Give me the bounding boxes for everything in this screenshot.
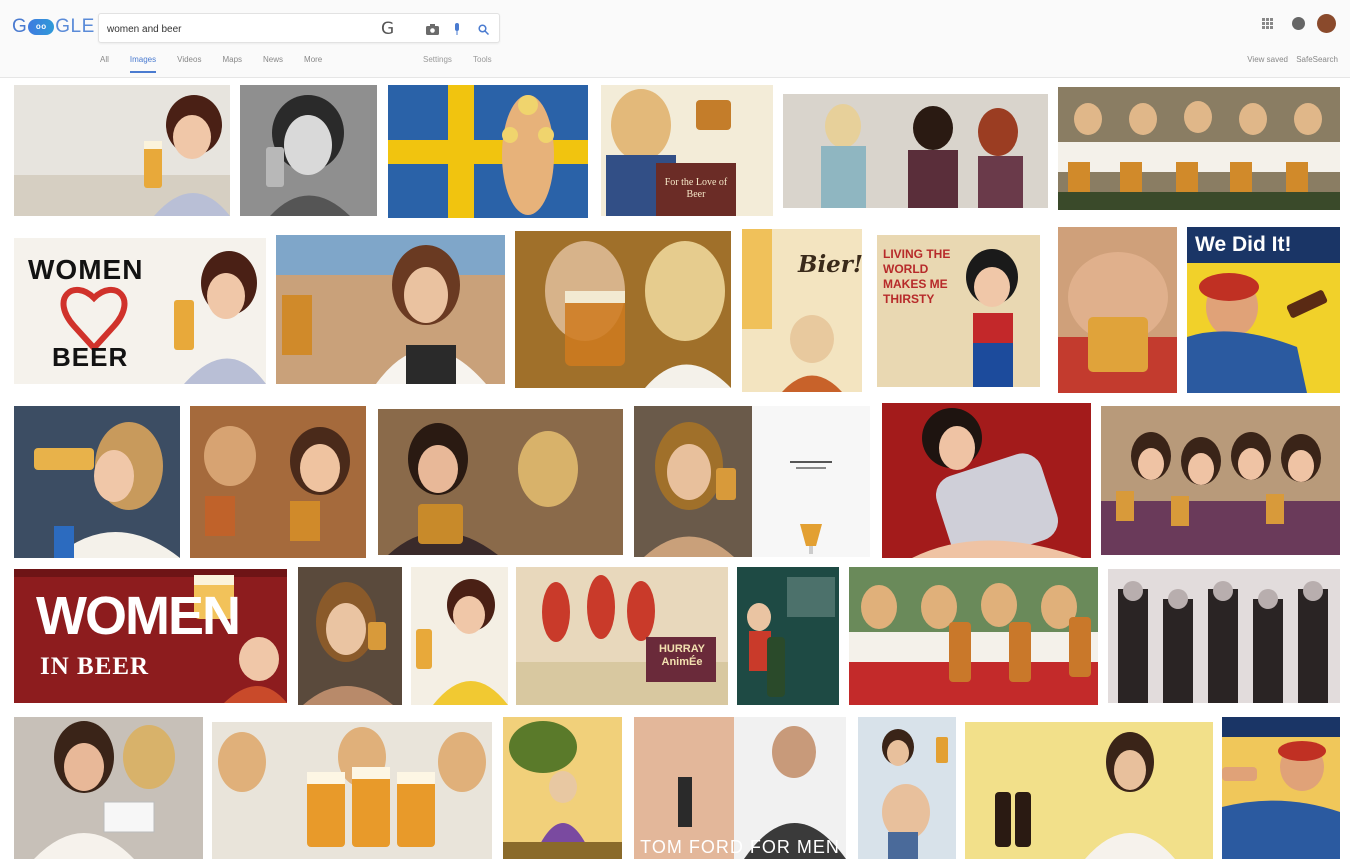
search-input[interactable] — [107, 19, 377, 39]
tab-images[interactable]: Images — [129, 55, 157, 73]
image-result[interactable] — [1108, 569, 1340, 703]
search-icon[interactable] — [475, 20, 491, 38]
image-result[interactable] — [378, 409, 623, 555]
image-result[interactable] — [849, 567, 1098, 705]
logo-doodle: oo — [28, 19, 55, 35]
tab-more[interactable]: More — [304, 55, 322, 73]
image-result[interactable] — [14, 717, 203, 859]
tab-all[interactable]: All — [100, 55, 109, 73]
google-g-icon: G — [381, 19, 395, 39]
image-result[interactable] — [212, 722, 492, 859]
image-result[interactable] — [858, 717, 956, 859]
image-result[interactable] — [298, 567, 402, 705]
image-result[interactable] — [190, 406, 366, 558]
camera-icon[interactable] — [425, 20, 439, 38]
image-result[interactable] — [737, 567, 839, 705]
image-result[interactable] — [965, 722, 1213, 859]
image-result[interactable]: TOM FORD FOR MEN — [634, 717, 846, 859]
image-result[interactable] — [503, 717, 622, 859]
tab-videos[interactable]: Videos — [177, 55, 201, 73]
search-tabs: All Images Videos Maps News More — [100, 55, 343, 73]
google-image-search-page: G oo GLE G All Images Videos Maps News M… — [0, 0, 1350, 859]
image-result[interactable] — [14, 85, 230, 216]
top-bar: G oo GLE G All Images Videos Maps News M… — [0, 0, 1350, 78]
search-box: G — [98, 13, 500, 43]
tools-tab[interactable]: Tools — [473, 55, 492, 64]
image-result[interactable]: LIVING THE WORLD MAKES ME THIRSTY — [877, 235, 1040, 387]
image-result[interactable] — [515, 231, 731, 388]
safesearch-link[interactable]: SafeSearch — [1296, 55, 1338, 64]
notifications-icon[interactable] — [1292, 17, 1305, 30]
image-result[interactable] — [752, 406, 870, 557]
image-result[interactable]: We Did It! — [1187, 227, 1340, 393]
image-result[interactable]: For the Love of Beer — [601, 85, 773, 216]
microphone-icon[interactable] — [451, 20, 463, 38]
image-result[interactable] — [882, 403, 1091, 558]
image-result[interactable]: HURRAY AnimÉe — [516, 567, 728, 705]
image-result[interactable] — [634, 406, 752, 557]
settings-tab[interactable]: Settings — [423, 55, 452, 64]
tab-news[interactable]: News — [263, 55, 283, 73]
image-result[interactable] — [783, 94, 1048, 208]
image-result[interactable] — [276, 235, 505, 384]
image-result[interactable] — [1058, 227, 1177, 393]
logo-letters: GLE — [55, 16, 95, 37]
image-result[interactable]: WOMEN BEER — [14, 238, 266, 384]
tab-maps[interactable]: Maps — [222, 55, 242, 73]
image-result[interactable]: Bier! — [742, 229, 862, 392]
image-result[interactable] — [388, 85, 588, 218]
image-result[interactable] — [411, 567, 508, 705]
logo-letter: G — [12, 16, 28, 37]
google-logo[interactable]: G oo GLE — [12, 16, 95, 38]
image-result[interactable] — [240, 85, 377, 216]
account-area — [1262, 14, 1336, 33]
apps-grid-icon[interactable] — [1262, 17, 1274, 30]
view-saved-link[interactable]: View saved — [1247, 55, 1288, 64]
image-result[interactable] — [1058, 87, 1340, 210]
image-result[interactable]: WOMEN IN BEER — [14, 569, 287, 703]
image-result[interactable] — [14, 406, 180, 558]
image-result[interactable] — [1101, 406, 1340, 555]
image-result[interactable] — [1222, 717, 1340, 859]
avatar[interactable] — [1317, 14, 1336, 33]
